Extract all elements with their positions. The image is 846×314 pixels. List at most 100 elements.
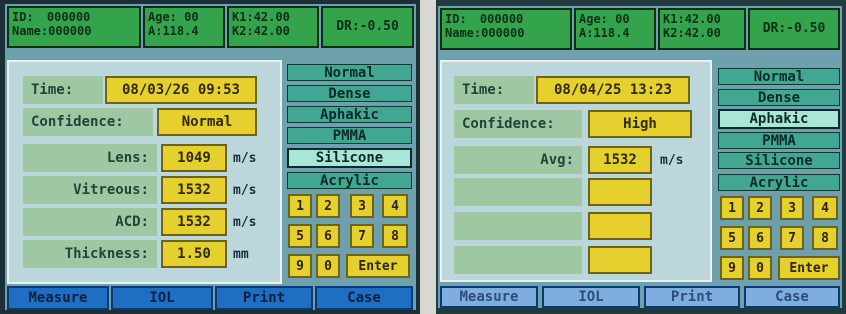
key-5[interactable]: 5: [720, 226, 744, 250]
age-value: 00: [615, 12, 630, 26]
avg-label: Avg:: [454, 146, 582, 174]
dr-field[interactable]: DR: -0.50: [321, 6, 414, 48]
thickness-value[interactable]: 1.50: [161, 240, 227, 268]
a-label: A:: [579, 26, 594, 40]
key-9[interactable]: 9: [720, 256, 744, 280]
empty-value-field[interactable]: [588, 212, 652, 240]
empty-value-field[interactable]: [588, 246, 652, 274]
mode-aphakic[interactable]: Aphakic: [718, 109, 840, 129]
dr-value: -0.50: [359, 19, 399, 34]
time-label: Time:: [23, 76, 103, 104]
k1-label: K1:: [663, 12, 685, 26]
time-value[interactable]: 08/04/25 13:23: [536, 76, 690, 104]
tab-iol[interactable]: IOL: [111, 286, 213, 310]
key-2[interactable]: 2: [316, 194, 340, 218]
mode-silicone[interactable]: Silicone: [287, 148, 412, 168]
mode-normal[interactable]: Normal: [718, 68, 840, 85]
mode-acrylic[interactable]: Acrylic: [718, 174, 840, 191]
device-screen: ID: 000000 Name:000000 Age: 00 A:118.4 K…: [5, 4, 416, 310]
dr-field[interactable]: DR: -0.50: [748, 8, 840, 50]
name-value: 000000: [481, 26, 525, 40]
vitreous-value[interactable]: 1532: [161, 176, 227, 204]
lens-unit: m/s: [233, 150, 257, 166]
age-field[interactable]: Age: 00 A:118.4: [574, 8, 656, 50]
confidence-label: Confidence:: [454, 110, 582, 138]
avg-unit: m/s: [660, 152, 684, 168]
key-7[interactable]: 7: [350, 224, 374, 248]
age-label: Age:: [579, 12, 608, 26]
key-9[interactable]: 9: [288, 254, 312, 278]
dr-label: DR:: [336, 19, 360, 34]
key-8[interactable]: 8: [812, 226, 838, 250]
key-5[interactable]: 5: [288, 224, 312, 248]
acd-unit: m/s: [233, 214, 257, 230]
time-label: Time:: [454, 76, 534, 104]
avg-value[interactable]: 1532: [588, 146, 652, 174]
name-label: Name:: [12, 24, 49, 38]
tab-print[interactable]: Print: [644, 286, 740, 308]
k2-label: K2:: [232, 24, 254, 38]
key-7[interactable]: 7: [780, 226, 804, 250]
mode-normal[interactable]: Normal: [287, 64, 412, 81]
mode-dense[interactable]: Dense: [718, 89, 840, 106]
tab-case[interactable]: Case: [744, 286, 840, 308]
confidence-value[interactable]: High: [588, 110, 692, 138]
vitreous-label: Vitreous:: [23, 176, 157, 204]
k2-value: 42.00: [684, 26, 721, 40]
patient-id-field[interactable]: ID: 000000 Name:000000: [440, 8, 572, 50]
mode-dense[interactable]: Dense: [287, 85, 412, 102]
patient-id-field[interactable]: ID: 000000 Name:000000: [7, 6, 141, 48]
key-3[interactable]: 3: [350, 194, 374, 218]
mode-pmma[interactable]: PMMA: [287, 127, 412, 144]
a-value: 118.4: [593, 26, 630, 40]
keratometry-field[interactable]: K1:42.00 K2:42.00: [227, 6, 319, 48]
lens-value[interactable]: 1049: [161, 144, 227, 172]
confidence-value[interactable]: Normal: [157, 108, 257, 136]
tab-iol[interactable]: IOL: [542, 286, 640, 308]
device-screen: ID: 000000 Name:000000 Age: 00 A:118.4 K…: [438, 6, 842, 308]
k1-value: 42.00: [684, 12, 721, 26]
left-device-photo: ID: 000000 Name:000000 Age: 00 A:118.4 K…: [0, 0, 420, 314]
dr-value: -0.50: [786, 21, 826, 36]
right-device-photo: ID: 000000 Name:000000 Age: 00 A:118.4 K…: [436, 0, 846, 314]
thickness-label: Thickness:: [23, 240, 157, 268]
key-4[interactable]: 4: [382, 194, 408, 218]
tab-print[interactable]: Print: [215, 286, 313, 310]
tab-measure[interactable]: Measure: [440, 286, 538, 308]
k1-label: K1:: [232, 10, 254, 24]
key-2[interactable]: 2: [748, 196, 772, 220]
mode-pmma[interactable]: PMMA: [718, 132, 840, 149]
key-0[interactable]: 0: [748, 256, 772, 280]
empty-label-row: [454, 178, 582, 206]
key-8[interactable]: 8: [382, 224, 408, 248]
k2-label: K2:: [663, 26, 685, 40]
key-0[interactable]: 0: [316, 254, 340, 278]
dr-label: DR:: [762, 21, 787, 36]
name-label: Name:: [445, 26, 482, 40]
key-6[interactable]: 6: [316, 224, 340, 248]
vitreous-unit: m/s: [233, 182, 257, 198]
id-label: ID:: [445, 12, 467, 26]
key-4[interactable]: 4: [812, 196, 838, 220]
key-enter[interactable]: Enter: [346, 254, 410, 278]
key-1[interactable]: 1: [720, 196, 744, 220]
time-value[interactable]: 08/03/26 09:53: [105, 76, 257, 104]
acd-label: ACD:: [23, 208, 157, 236]
age-field[interactable]: Age: 00 A:118.4: [143, 6, 225, 48]
key-1[interactable]: 1: [288, 194, 312, 218]
key-enter[interactable]: Enter: [778, 256, 840, 280]
key-3[interactable]: 3: [780, 196, 804, 220]
mode-acrylic[interactable]: Acrylic: [287, 172, 412, 189]
keratometry-field[interactable]: K1:42.00 K2:42.00: [658, 8, 746, 50]
tab-measure[interactable]: Measure: [7, 286, 109, 310]
acd-value[interactable]: 1532: [161, 208, 227, 236]
empty-label-row: [454, 212, 582, 240]
key-6[interactable]: 6: [748, 226, 772, 250]
k2-value: 42.00: [253, 24, 290, 38]
tab-case[interactable]: Case: [315, 286, 413, 310]
mode-aphakic[interactable]: Aphakic: [287, 106, 412, 123]
empty-label-row: [454, 246, 582, 274]
mode-silicone[interactable]: Silicone: [718, 152, 840, 169]
lens-label: Lens:: [23, 144, 157, 172]
empty-value-field[interactable]: [588, 178, 652, 206]
